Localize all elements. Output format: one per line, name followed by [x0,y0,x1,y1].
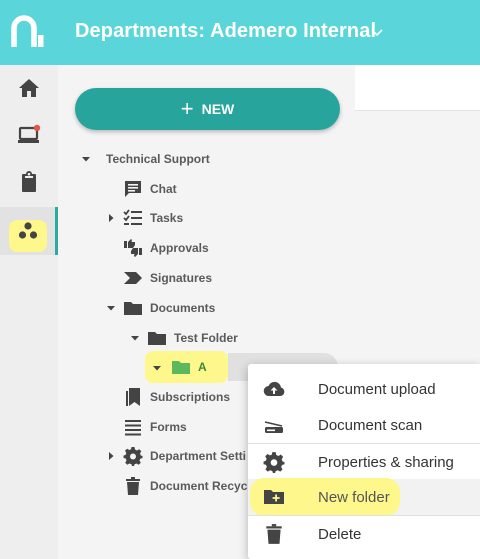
tree-item-folder-a[interactable]: A [170,355,207,379]
checklist-icon [122,207,144,229]
tree-item-label: Approvals [150,241,209,255]
tree-item-label: Test Folder [174,331,238,345]
menu-item-label: Delete [318,525,362,543]
menu-item-properties-sharing[interactable]: Properties & sharing [248,444,480,480]
tree-item-document-recycle[interactable]: Document Recyc [122,474,247,498]
tree-item-technical-support[interactable]: Technical Support [106,147,210,171]
tree-item-subscriptions[interactable]: Subscriptions [122,385,230,409]
tree-item-approvals[interactable]: Approvals [122,236,209,260]
tree-item-label: Tasks [150,211,184,225]
tree-item-label: Subscriptions [150,390,231,404]
tree-item-label: Department Setti [150,449,247,463]
thumbs-up-down-icon [122,237,144,259]
rail-clipboard-button[interactable] [0,159,58,205]
folder-green-icon [170,356,192,378]
bookmarks-icon [122,386,144,408]
menu-item-label: New folder [318,488,390,506]
menu-item-document-scan[interactable]: Document scan [248,407,480,443]
tree-item-chat[interactable]: Chat [122,177,177,201]
gear-icon [122,445,144,467]
cloud-upload-icon [262,377,286,401]
menu-item-label: Document upload [318,380,436,398]
tree-item-forms[interactable]: Forms [122,415,187,439]
rail-home-button[interactable] [0,65,58,111]
app-window: Departments: Ademero Internal + NEW Tech… [0,0,480,559]
caret-down-icon[interactable] [106,303,116,313]
rail-computer-button[interactable] [0,112,58,158]
app-header: Departments: Ademero Internal [0,0,480,65]
tree-item-test-folder[interactable]: Test Folder [146,326,238,350]
caret-right-icon[interactable] [106,451,116,461]
folder-add-icon [262,485,286,509]
tree-item-label: Forms [150,420,187,434]
menu-item-label: Document scan [318,416,423,434]
menu-item-document-upload[interactable]: Document upload [248,371,480,407]
tree-item-tasks[interactable]: Tasks [122,206,183,230]
app-logo-icon[interactable] [10,14,46,50]
chevron-down-icon[interactable] [370,25,384,39]
new-button-label: NEW [201,101,235,117]
departments-icon [18,222,37,239]
content-toolbar [355,65,480,111]
tree-item-label: Document Recyc [150,479,248,493]
tree-item-label: Chat [150,182,177,196]
plus-icon: + [180,96,194,121]
clipboard-icon [22,171,36,192]
menu-item-delete[interactable]: Delete [248,516,480,552]
trash-icon [262,522,286,546]
tree-item-label: Signatures [150,271,213,285]
caret-right-icon[interactable] [106,213,116,223]
nav-rail [0,65,58,559]
trash-icon [122,475,144,497]
context-menu: Document upload Document scan Properties… [248,364,480,559]
menu-item-label: Properties & sharing [318,453,454,471]
lines-icon [122,416,144,438]
caret-down-icon[interactable] [81,154,91,164]
menu-item-new-folder[interactable]: New folder [248,478,480,516]
rail-departments-button[interactable] [0,207,58,255]
tree-item-signatures[interactable]: Signatures [122,266,212,290]
folder-icon [146,327,168,349]
new-button[interactable]: + NEW [75,88,340,130]
tree-item-department-settings[interactable]: Department Setti [122,444,246,468]
caret-down-icon[interactable] [130,333,140,343]
tree-item-label: A [198,360,207,374]
computer-notification-icon [18,124,41,143]
tree-item-label: Technical Support [106,152,210,166]
tree-item-documents[interactable]: Documents [122,296,215,320]
gear-icon [262,450,286,474]
home-icon [19,79,39,97]
caret-down-icon[interactable] [152,363,162,373]
tree-item-label: Documents [150,301,216,315]
signature-icon [122,267,144,289]
scanner-icon [262,413,286,437]
department-title[interactable]: Departments: Ademero Internal [75,20,376,43]
folder-icon [122,297,144,319]
chat-icon [122,178,144,200]
